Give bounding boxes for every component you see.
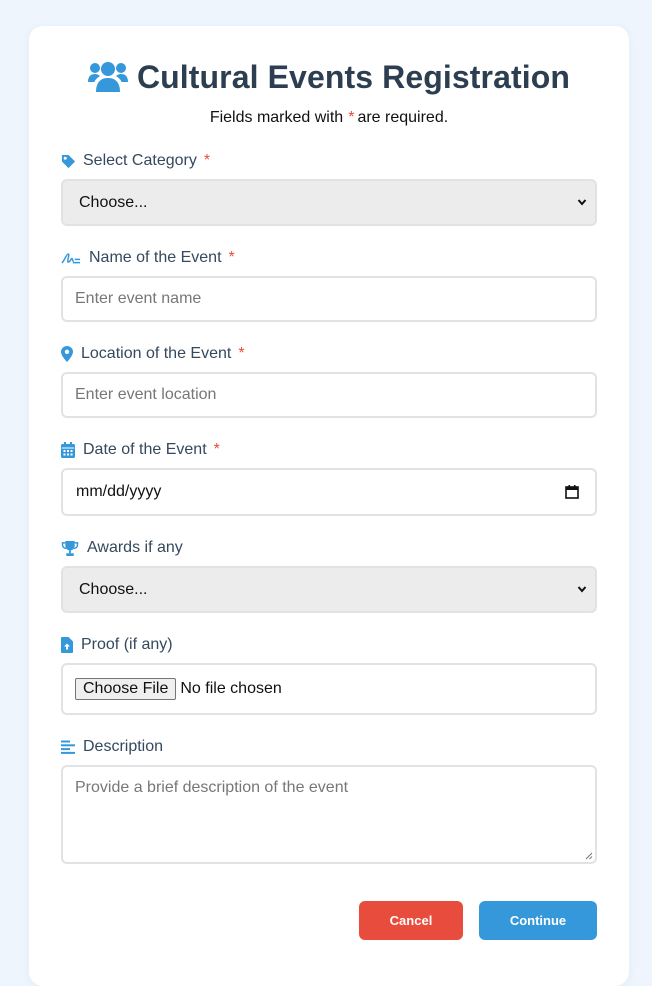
location-input[interactable]: Enter event location (61, 372, 597, 418)
calendar-icon (61, 442, 75, 458)
category-select[interactable]: Choose... (61, 179, 597, 226)
awards-label-row: Awards if any (61, 538, 597, 558)
continue-button[interactable]: Continue (479, 901, 597, 940)
proof-label-row: Proof (if any) (61, 635, 597, 655)
title-row: Cultural Events Registration (29, 56, 629, 98)
category-label: Select Category (83, 152, 197, 169)
date-field: Date of the Event * mm/dd/yyyy (61, 440, 597, 516)
required-asterisk: * (228, 249, 235, 266)
proof-field: Proof (if any) Choose File No file chose… (61, 635, 597, 715)
required-asterisk: * (203, 152, 211, 169)
page-title: Cultural Events Registration (136, 59, 571, 95)
event-name-input[interactable]: Enter event name (61, 276, 597, 322)
file-status: No file chosen (180, 680, 282, 697)
required-asterisk: * (238, 345, 245, 362)
resize-handle-icon[interactable] (585, 852, 593, 860)
description-textarea[interactable]: Provide a brief description of the event (61, 765, 597, 864)
cancel-button[interactable]: Cancel (359, 901, 463, 940)
awards-select[interactable]: Choose... (61, 566, 597, 613)
description-label: Description (83, 738, 164, 755)
event-name-placeholder: Enter event name (75, 290, 202, 307)
date-label: Date of the Event (83, 441, 207, 458)
event-name-label: Name of the Event (89, 249, 222, 266)
awards-label: Awards if any (87, 539, 183, 556)
trophy-icon (61, 540, 79, 556)
category-field: Select Category * Choose... (61, 151, 597, 226)
chevron-down-icon (577, 199, 587, 206)
date-label-row: Date of the Event * (61, 440, 597, 460)
description-field: Description Provide a brief description … (61, 737, 597, 864)
date-input[interactable]: mm/dd/yyyy (61, 468, 597, 516)
location-label: Location of the Event (81, 345, 232, 362)
event-name-label-row: Name of the Event * (61, 248, 597, 268)
required-note: Fields marked with * are required. (29, 109, 629, 127)
description-placeholder: Provide a brief description of the event (75, 779, 349, 796)
location-field: Location of the Event * Enter event loca… (61, 344, 597, 418)
form-header: Cultural Events Registration Fields mark… (29, 56, 629, 127)
calendar-picker-icon[interactable] (565, 485, 579, 499)
proof-label: Proof (if any) (81, 636, 173, 653)
align-left-icon (61, 740, 75, 754)
proof-file-input[interactable]: Choose File No file chosen (61, 663, 597, 715)
date-input-value: mm/dd/yyyy (76, 483, 162, 500)
tag-icon (61, 154, 76, 168)
category-select-value: Choose... (79, 193, 148, 211)
required-note-suffix: are required. (357, 109, 449, 126)
signature-icon (61, 252, 81, 264)
awards-field: Awards if any Choose... (61, 538, 597, 613)
category-label-row: Select Category * (61, 151, 597, 171)
event-name-field: Name of the Event * Enter event name (61, 248, 597, 322)
required-note-text: Fields marked with (209, 109, 344, 126)
required-asterisk: * (348, 109, 355, 126)
chevron-down-icon (577, 586, 587, 593)
required-asterisk: * (213, 441, 220, 458)
description-label-row: Description (61, 737, 597, 757)
users-icon (87, 62, 128, 92)
awards-select-value: Choose... (79, 580, 148, 598)
choose-file-button[interactable]: Choose File (75, 678, 177, 700)
registration-card: Cultural Events Registration Fields mark… (29, 26, 629, 986)
map-marker-icon (61, 346, 73, 362)
location-label-row: Location of the Event * (61, 344, 597, 364)
file-upload-icon (61, 637, 73, 653)
location-placeholder: Enter event location (75, 386, 217, 403)
